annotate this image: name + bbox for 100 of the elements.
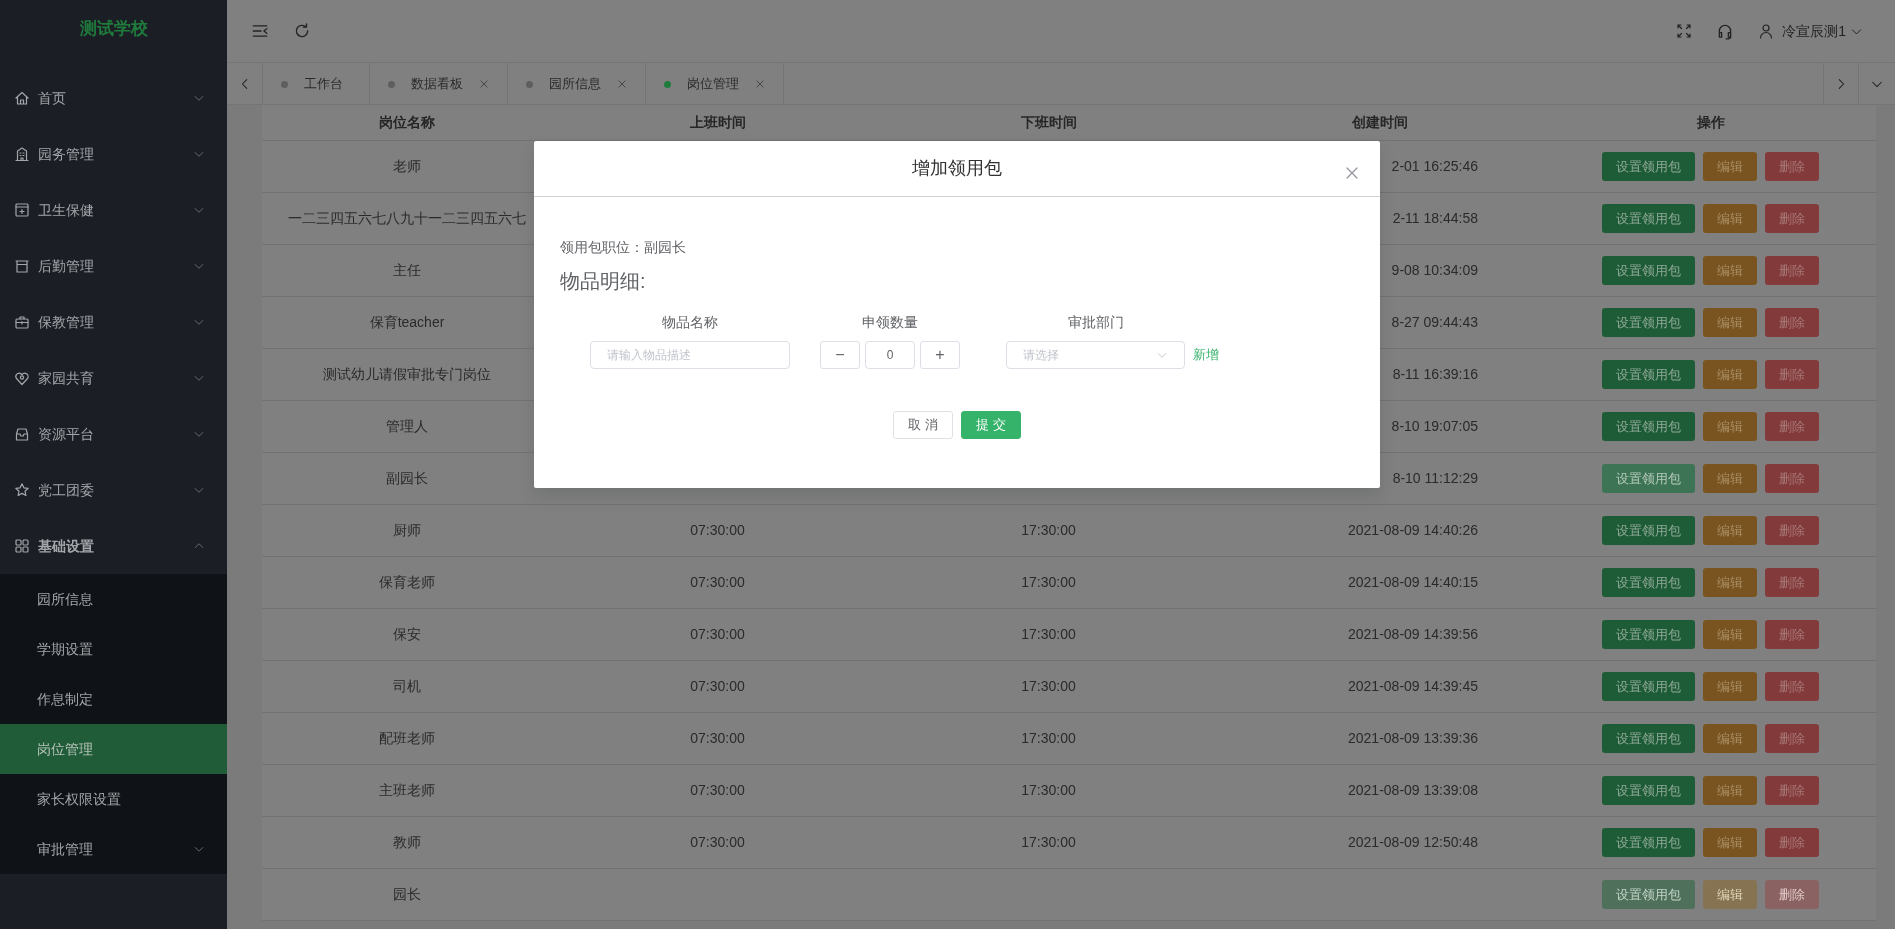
action-button[interactable]: 编辑 [1703,308,1757,337]
action-button[interactable]: 删除 [1765,568,1819,597]
table-cell-text: 2021-08-09 14:39:45 [1348,677,1478,696]
sidebar-item[interactable]: 党工团委 [0,462,227,518]
table-cell-text: 07:30:00 [689,833,746,852]
plus-button[interactable]: + [920,341,960,369]
table-cell-text: 2021-08-09 12:50:48 [1348,833,1478,852]
action-button[interactable]: 删除 [1765,360,1819,389]
sidebar-item[interactable]: 卫生保健 [0,182,227,238]
table-cell-text: 配班老师 [378,729,436,748]
action-button[interactable]: 删除 [1765,672,1819,701]
sidebar-item[interactable]: 后勤管理 [0,238,227,294]
action-button[interactable]: 删除 [1765,256,1819,285]
action-button[interactable]: 设置领用包 [1602,620,1695,649]
action-button[interactable]: 编辑 [1703,672,1757,701]
add-link[interactable]: 新增 [1193,345,1219,365]
refresh-icon[interactable] [293,22,311,40]
action-button[interactable]: 编辑 [1703,152,1757,181]
action-button[interactable]: 删除 [1765,516,1819,545]
action-button[interactable]: 编辑 [1703,828,1757,857]
action-button[interactable]: 删除 [1765,828,1819,857]
table-cell-text: 17:30:00 [1020,677,1077,696]
sidebar-subitem[interactable]: 作息制定 [0,674,227,724]
sidebar-subitem[interactable]: 岗位管理 [0,724,227,774]
action-button[interactable]: 设置领用包 [1602,308,1695,337]
sidebar-subitem[interactable]: 学期设置 [0,624,227,674]
table-cell-text: 主班老师 [378,781,436,800]
user-menu[interactable]: 冷宣辰测1 [1758,20,1863,42]
action-button[interactable]: 编辑 [1703,412,1757,441]
close-icon [479,79,489,89]
table-cell-text: 17:30:00 [1020,729,1077,748]
item-name-field[interactable]: 请输入物品描述 [590,341,790,369]
minus-button[interactable]: − [820,341,860,369]
action-button[interactable]: 设置领用包 [1602,360,1695,389]
fullscreen-icon[interactable] [1676,23,1693,39]
action-button[interactable]: 编辑 [1703,776,1757,805]
table-cell-text: 2021-08-09 13:39:08 [1348,781,1478,800]
department-select[interactable]: 请选择 [1006,341,1185,369]
action-button[interactable]: 编辑 [1703,724,1757,753]
action-button[interactable]: 设置领用包 [1602,516,1695,545]
action-button[interactable]: 删除 [1765,412,1819,441]
action-button[interactable]: 设置领用包 [1602,724,1695,753]
sidebar-item[interactable]: 园务管理 [0,126,227,182]
action-button[interactable]: 删除 [1765,724,1819,753]
table-cell-text: 教师 [392,833,422,852]
action-button[interactable]: 设置领用包 [1602,672,1695,701]
sidebar-subitem[interactable]: 家长权限设置 [0,774,227,824]
table-cell-text: 2021-08-09 13:39:36 [1348,729,1478,748]
table-cell-text: 17:30:00 [1020,625,1077,644]
action-button[interactable]: 设置领用包 [1602,152,1695,181]
action-button[interactable]: 设置领用包 [1602,412,1695,441]
action-button[interactable]: 删除 [1765,152,1819,181]
table-cell-text: 保育老师 [378,573,436,592]
column-header: 创建时间 [1350,113,1409,132]
sidebar-subitem[interactable]: 园所信息 [0,574,227,624]
action-button[interactable]: 设置领用包 [1602,568,1695,597]
grid-icon [14,538,30,554]
action-button[interactable]: 删除 [1765,308,1819,337]
action-button[interactable]: 设置领用包 [1602,776,1695,805]
sidebar-item[interactable]: 家园共育 [0,350,227,406]
action-button[interactable]: 编辑 [1703,620,1757,649]
action-button[interactable]: 删除 [1765,620,1819,649]
action-button[interactable]: 编辑 [1703,204,1757,233]
table-cell-text: 8-27 09:44:43 [1391,313,1478,332]
action-button[interactable]: 编辑 [1703,256,1757,285]
close-icon [755,79,765,89]
action-button[interactable]: 设置领用包 [1602,828,1695,857]
action-button[interactable]: 删除 [1765,464,1819,493]
table-cell-text: 17:30:00 [1020,781,1077,800]
action-button[interactable]: 编辑 [1703,360,1757,389]
building-icon [14,146,30,162]
sidebar-item[interactable]: 资源平台 [0,406,227,462]
action-button[interactable]: 设置领用包 [1602,464,1695,493]
table-cell-text: 8-10 11:12:29 [1392,469,1478,488]
menu-fold-icon[interactable] [251,22,269,40]
action-button[interactable]: 删除 [1765,204,1819,233]
action-button[interactable]: 编辑 [1703,568,1757,597]
school-logo-text: 测试学校 [79,18,148,40]
table-cell-text: 07:30:00 [689,729,746,748]
action-button[interactable]: 设置领用包 [1602,256,1695,285]
table-cell-text: 园长 [392,885,422,904]
table-cell-text: 8-11 16:39:16 [1392,365,1478,384]
dialog-title: 增加领用包 [912,157,1002,180]
action-button[interactable]: 编辑 [1703,464,1757,493]
action-button[interactable]: 设置领用包 [1602,204,1695,233]
submit-button[interactable]: 提 交 [961,411,1021,439]
table-cell-text: 2-01 16:25:46 [1391,157,1478,176]
action-button[interactable]: 删除 [1765,776,1819,805]
sidebar-item[interactable]: 首页 [0,70,227,126]
briefcase-icon [14,314,30,330]
column-header: 上班时间 [688,113,747,132]
table-cell-text: 07:30:00 [689,625,746,644]
quantity-field[interactable]: 0 [865,341,915,369]
sidebar-item[interactable]: 保教管理 [0,294,227,350]
action-button[interactable]: 编辑 [1703,516,1757,545]
sidebar-item[interactable]: 基础设置 [0,518,227,574]
heart-pin-icon [14,370,30,386]
cancel-button[interactable]: 取 消 [893,411,953,439]
sidebar-subitem[interactable]: 审批管理 [0,824,227,874]
close-icon [617,79,627,89]
